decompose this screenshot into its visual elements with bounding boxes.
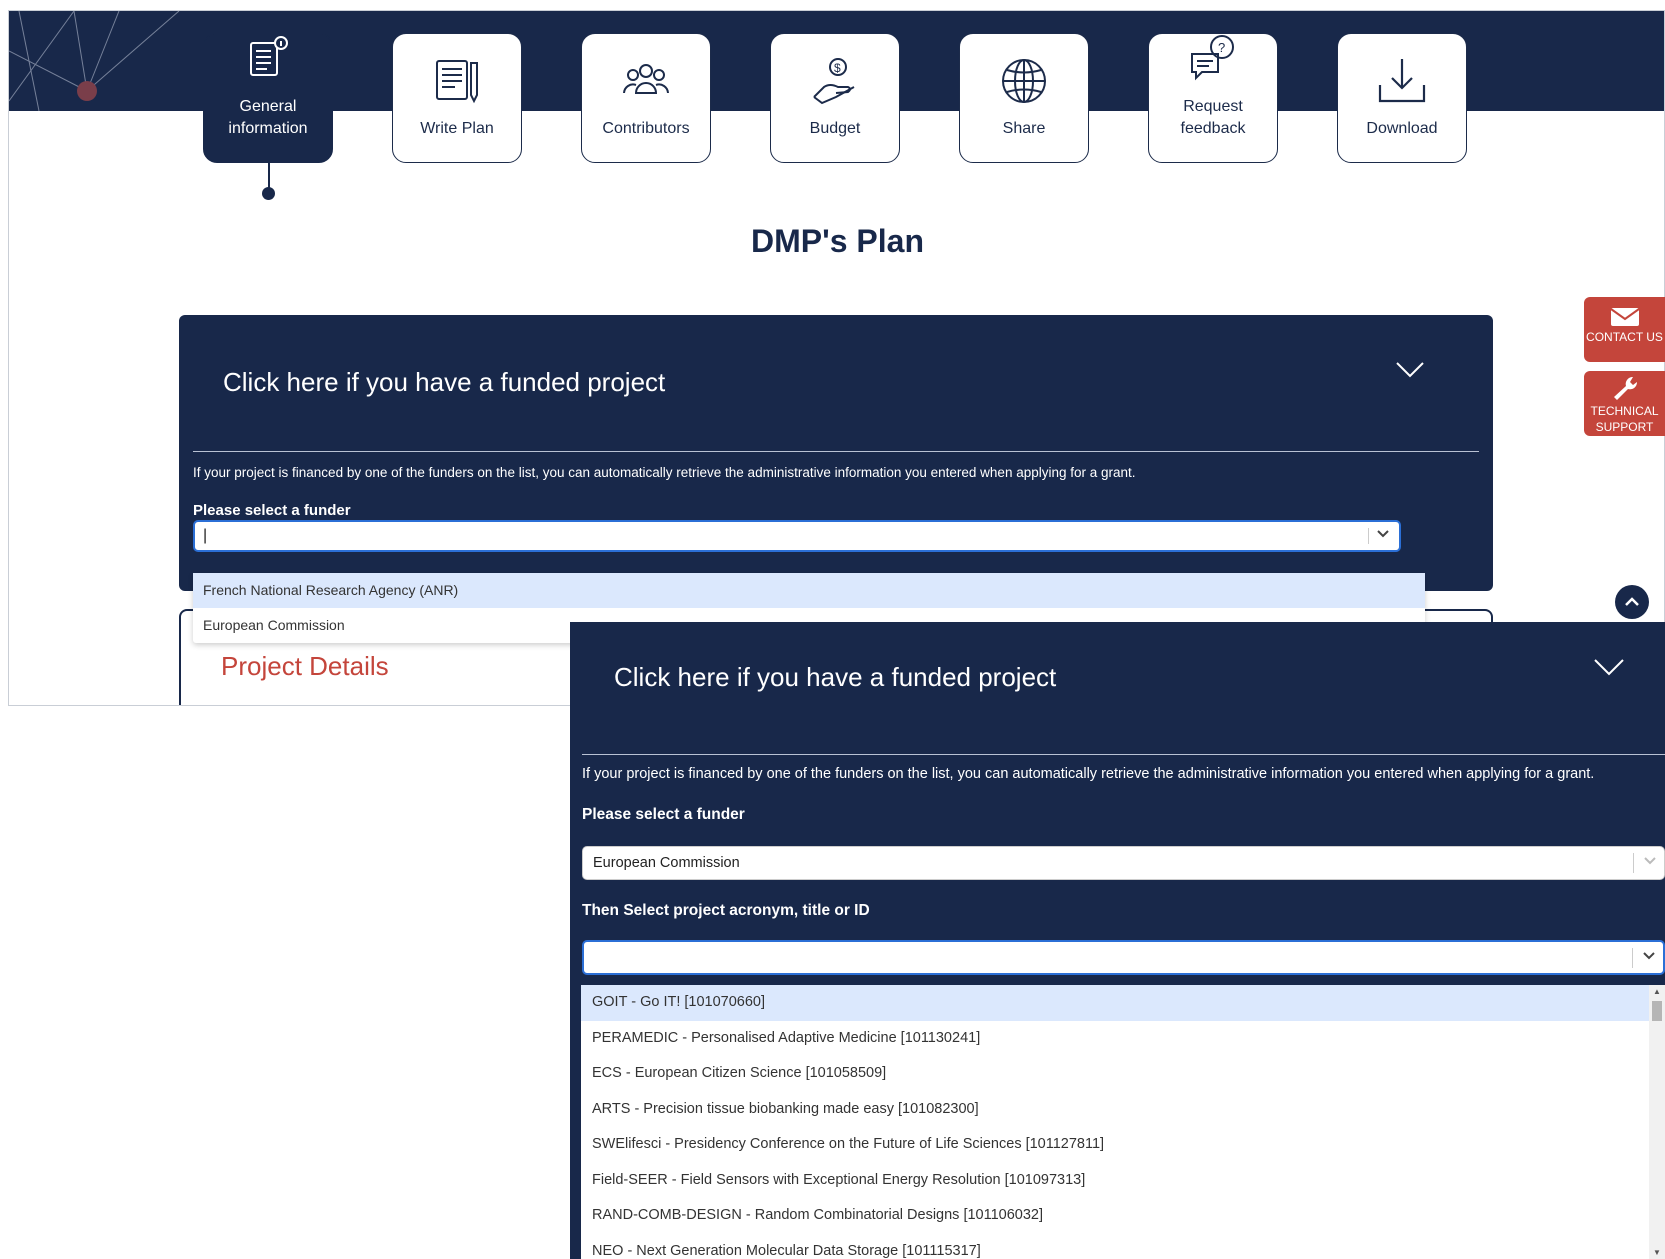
select-separator: [1368, 528, 1369, 544]
funder-selected-value: European Commission: [593, 855, 740, 871]
network-decoration: [9, 11, 180, 111]
document-info-icon: [243, 34, 293, 84]
project-option[interactable]: ECS - European Citizen Science [10105850…: [581, 1056, 1665, 1092]
step-request-feedback[interactable]: ? Request feedback: [1148, 33, 1278, 163]
funder-label: Please select a funder: [193, 502, 351, 519]
plan-page-screenshot: General information Write Plan Contribut…: [8, 10, 1665, 706]
chat-question-icon: ?: [1188, 34, 1238, 84]
funder-select[interactable]: European Commission: [582, 846, 1665, 880]
select-separator: [1632, 948, 1633, 968]
step-general-information[interactable]: General information: [203, 33, 333, 163]
step-label: Budget: [809, 120, 861, 137]
globe-icon: [999, 56, 1049, 106]
project-option[interactable]: PERAMEDIC - Personalised Adaptive Medici…: [581, 1021, 1665, 1057]
step-label: General information: [228, 98, 308, 137]
step-budget[interactable]: $ Budget: [770, 33, 900, 163]
project-option[interactable]: RAND-COMB-DESIGN - Random Combinatorial …: [581, 1198, 1665, 1234]
project-select[interactable]: [582, 940, 1665, 975]
chevron-down-icon[interactable]: [1643, 950, 1655, 964]
plan-title: DMP's Plan: [751, 223, 924, 259]
project-details-heading: Project Details: [221, 651, 389, 681]
dropdown-scrollbar[interactable]: ▲ ▼: [1649, 985, 1665, 1259]
step-download[interactable]: Download: [1337, 33, 1467, 163]
scroll-down-arrow-icon[interactable]: ▼: [1653, 1248, 1661, 1257]
scroll-up-arrow-icon[interactable]: ▲: [1653, 987, 1661, 996]
contact-us-button[interactable]: CONTACT US: [1584, 297, 1665, 362]
project-option[interactable]: GOIT - Go IT! [101070660]: [581, 985, 1665, 1021]
funded-project-toggle[interactable]: Click here if you have a funded project: [223, 367, 665, 398]
scroll-to-top-button[interactable]: [1615, 585, 1649, 619]
chevron-up-icon: [1625, 597, 1639, 606]
step-label: Contributors: [602, 120, 690, 137]
money-hand-icon: $: [810, 56, 860, 106]
chevron-down-icon[interactable]: [1377, 528, 1389, 542]
funder-option[interactable]: French National Research Agency (ANR): [193, 573, 1425, 608]
funder-info-text: If your project is financed by one of th…: [582, 766, 1595, 782]
step-label: Request feedback: [1180, 98, 1246, 137]
funded-project-toggle[interactable]: Click here if you have a funded project: [614, 662, 1056, 693]
download-icon: [1377, 56, 1427, 106]
step-label: Write Plan: [420, 120, 494, 137]
technical-label: TECHNICAL: [1590, 404, 1659, 418]
chevron-down-icon[interactable]: [1395, 361, 1425, 384]
project-option[interactable]: SWElifesci - Presidency Conference on th…: [581, 1127, 1665, 1163]
write-plan-icon: [432, 56, 482, 106]
divider: [193, 451, 1479, 452]
select-separator: [1633, 853, 1634, 873]
step-label: Share: [1002, 120, 1046, 137]
envelope-icon: [1609, 308, 1640, 326]
project-label: Then Select project acronym, title or ID: [582, 902, 870, 919]
step-share[interactable]: Share: [959, 33, 1089, 163]
funder-label: Please select a funder: [582, 806, 745, 823]
text-cursor: |: [203, 527, 208, 544]
workflow-steps: General information Write Plan Contribut…: [203, 33, 1467, 163]
step-label: Download: [1366, 120, 1438, 137]
step-contributors[interactable]: Contributors: [581, 33, 711, 163]
contact-us-label: CONTACT US: [1586, 330, 1663, 344]
svg-text:?: ?: [1218, 40, 1225, 55]
project-option[interactable]: ARTS - Precision tissue biobanking made …: [581, 1092, 1665, 1128]
svg-text:$: $: [834, 61, 841, 75]
technical-support-button[interactable]: TECHNICAL SUPPORT: [1584, 371, 1665, 436]
support-label: SUPPORT: [1595, 420, 1654, 434]
funded-project-panel: Click here if you have a funded project …: [179, 315, 1493, 591]
chevron-down-icon[interactable]: [1644, 855, 1656, 869]
wrench-icon: [1613, 376, 1637, 400]
project-option[interactable]: NEO - Next Generation Molecular Data Sto…: [581, 1234, 1665, 1259]
step-write-plan[interactable]: Write Plan: [392, 33, 522, 163]
people-icon: [621, 56, 671, 106]
divider: [582, 754, 1665, 755]
active-step-marker: [262, 187, 275, 200]
project-dropdown-menu: GOIT - Go IT! [101070660] PERAMEDIC - Pe…: [581, 985, 1665, 1259]
funder-select[interactable]: |: [193, 520, 1401, 552]
funder-info-text: If your project is financed by one of th…: [193, 465, 1136, 480]
scrollbar-thumb[interactable]: [1652, 1001, 1662, 1021]
project-option[interactable]: Field-SEER - Field Sensors with Exceptio…: [581, 1163, 1665, 1199]
chevron-down-icon[interactable]: [1593, 658, 1625, 681]
